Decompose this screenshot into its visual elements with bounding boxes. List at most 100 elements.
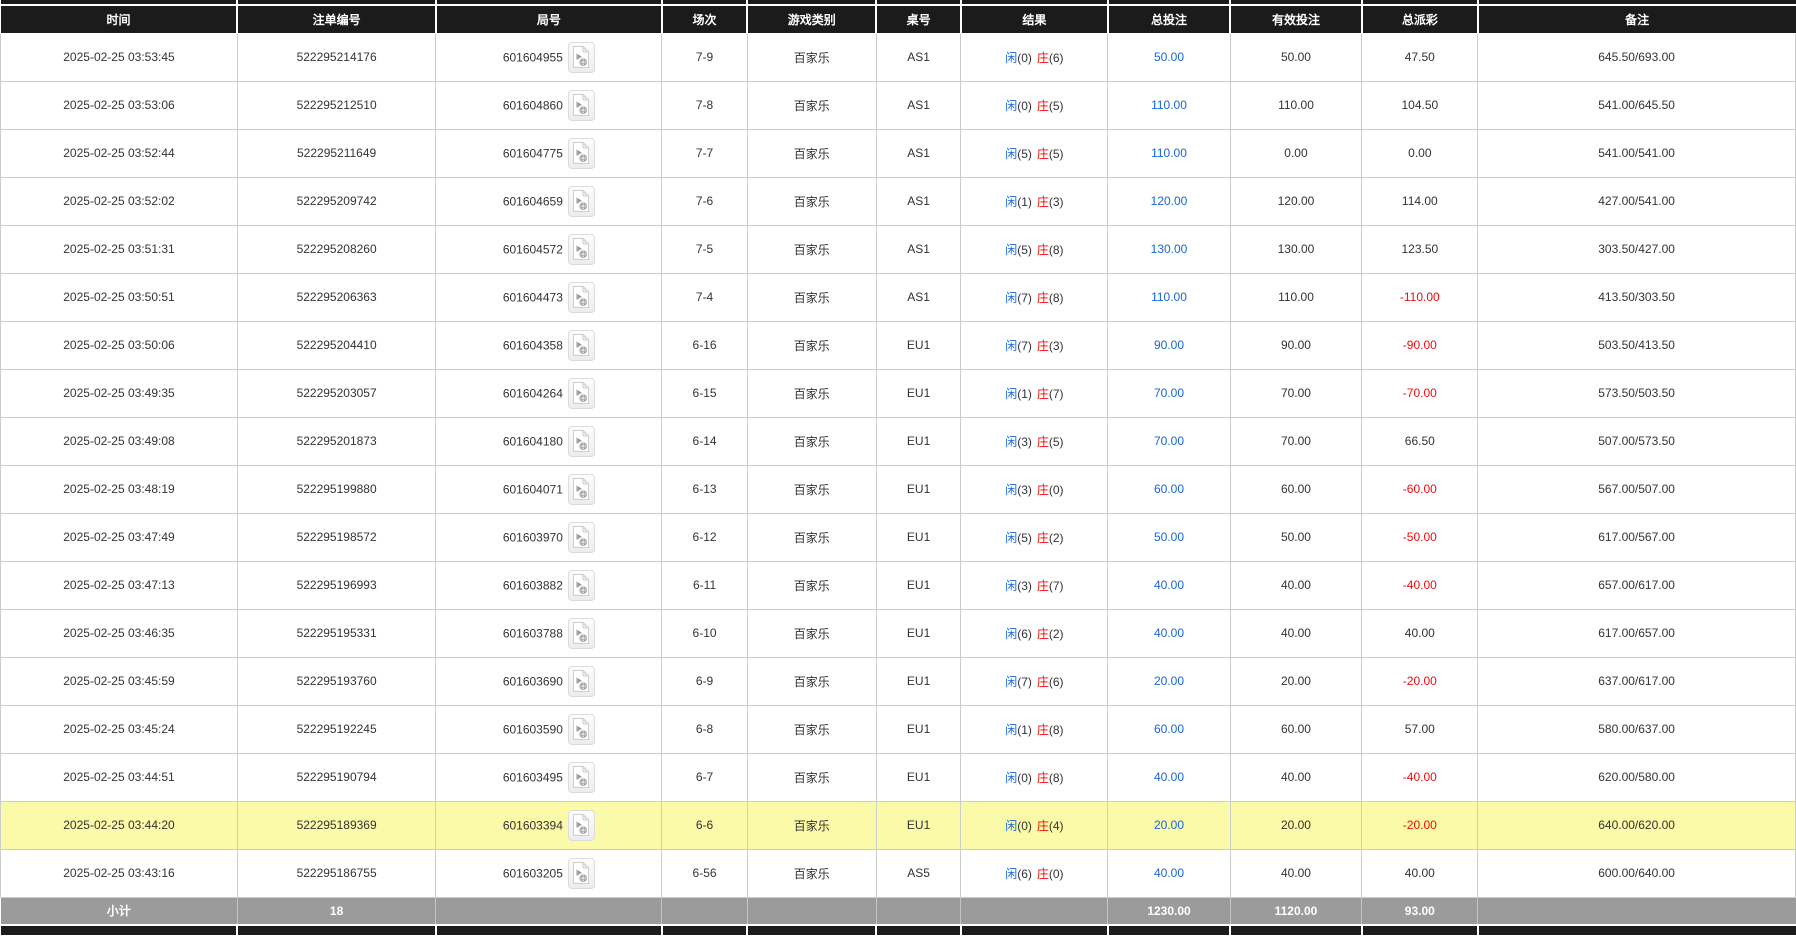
banker-result: 庄(6) — [1036, 50, 1064, 65]
cell-valid-bet: 40.00 — [1229, 752, 1363, 802]
video-replay-button[interactable] — [567, 473, 595, 505]
cell-result: 闲(6) 庄(2) — [960, 608, 1109, 658]
cell-time: 2025-02-25 03:50:06 — [0, 320, 238, 370]
table-row: 2025-02-25 03:51:31 522295208260 6016045… — [0, 224, 1796, 274]
cell-remark: 413.50/303.50 — [1477, 272, 1796, 322]
player-result: 闲(5) — [1005, 530, 1032, 545]
cell-bet-id: 522295201873 — [236, 416, 437, 466]
cell-remark: 617.00/657.00 — [1477, 608, 1796, 658]
video-replay-button[interactable] — [567, 857, 595, 889]
cell-result: 闲(3) 庄(5) — [960, 416, 1109, 466]
cell-remark: 541.00/645.50 — [1477, 80, 1796, 130]
cell-result: 闲(1) 庄(3) — [960, 176, 1109, 226]
video-replay-button[interactable] — [567, 569, 595, 601]
cell-remark: 303.50/427.00 — [1477, 224, 1796, 274]
cell-valid-bet: 70.00 — [1229, 368, 1363, 418]
cell-bet-id: 522295190794 — [236, 752, 437, 802]
cell-payout: 66.50 — [1361, 416, 1479, 466]
cell-bet-id: 522295206363 — [236, 272, 437, 322]
cell-total-bet: 120.00 — [1107, 176, 1231, 226]
cell-table: AS1 — [875, 128, 962, 178]
player-result: 闲(6) — [1005, 626, 1032, 641]
video-replay-button[interactable] — [567, 665, 595, 697]
subtotal-session — [661, 897, 748, 926]
video-replay-button[interactable] — [567, 89, 595, 121]
cutoff-row-bottom — [0, 925, 1796, 935]
video-replay-button[interactable] — [567, 761, 595, 793]
cell-bet-id: 522295209742 — [236, 176, 437, 226]
video-replay-button[interactable] — [567, 41, 595, 73]
video-replay-button[interactable] — [567, 521, 595, 553]
round-number: 601604180 — [502, 434, 563, 448]
player-result: 闲(1) — [1005, 386, 1032, 401]
player-result: 闲(7) — [1005, 290, 1032, 305]
cell-round: 601603394 — [435, 800, 663, 850]
cell-result: 闲(1) 庄(7) — [960, 368, 1109, 418]
cell-bet-id: 522295192245 — [236, 704, 437, 754]
cell-payout: 0.00 — [1361, 128, 1479, 178]
cell-result: 闲(7) 庄(8) — [960, 272, 1109, 322]
banker-result: 庄(3) — [1036, 194, 1064, 209]
cell-game-type: 百家乐 — [746, 176, 877, 226]
cell-result: 闲(0) 庄(6) — [960, 32, 1109, 82]
col-header-time: 时间 — [0, 5, 238, 34]
cell-result: 闲(7) 庄(3) — [960, 320, 1109, 370]
cell-session: 6-7 — [661, 752, 748, 802]
banker-result: 庄(7) — [1036, 386, 1064, 401]
player-result: 闲(0) — [1005, 98, 1032, 113]
player-result: 闲(0) — [1005, 770, 1032, 785]
banker-result: 庄(8) — [1036, 722, 1064, 737]
cell-total-bet: 110.00 — [1107, 128, 1231, 178]
cell-time: 2025-02-25 03:46:35 — [0, 608, 238, 658]
round-number: 601604659 — [502, 194, 563, 208]
cell-time: 2025-02-25 03:44:20 — [0, 800, 238, 850]
video-replay-button[interactable] — [567, 425, 595, 457]
video-replay-button[interactable] — [567, 377, 595, 409]
video-replay-icon — [573, 141, 591, 164]
video-replay-button[interactable] — [567, 137, 595, 169]
video-replay-button[interactable] — [567, 329, 595, 361]
cell-session: 6-15 — [661, 368, 748, 418]
cell-time: 2025-02-25 03:45:59 — [0, 656, 238, 706]
cell-session: 6-13 — [661, 464, 748, 514]
cell-bet-id: 522295211649 — [236, 128, 437, 178]
table-row: 2025-02-25 03:44:51 522295190794 6016034… — [0, 752, 1796, 802]
cell-payout: 57.00 — [1361, 704, 1479, 754]
table-row: 2025-02-25 03:47:13 522295196993 6016038… — [0, 560, 1796, 610]
video-replay-button[interactable] — [567, 281, 595, 313]
subtotal-result — [960, 897, 1108, 926]
table-row: 2025-02-25 03:45:24 522295192245 6016035… — [0, 704, 1796, 754]
cell-valid-bet: 40.00 — [1229, 848, 1363, 898]
video-replay-button[interactable] — [567, 185, 595, 217]
cell-bet-id: 522295214176 — [236, 32, 437, 82]
cell-result: 闲(0) 庄(4) — [960, 800, 1109, 850]
subtotal-row: 小计 18 1230.00 1120.00 93.00 — [0, 897, 1796, 926]
cell-bet-id: 522295186755 — [236, 848, 437, 898]
round-number: 601603788 — [502, 626, 563, 640]
video-replay-button[interactable] — [567, 713, 595, 745]
round-number: 601603882 — [502, 578, 563, 592]
cell-game-type: 百家乐 — [746, 608, 877, 658]
cell-session: 7-8 — [661, 80, 748, 130]
cell-round: 601604659 — [435, 176, 663, 226]
cell-remark: 503.50/413.50 — [1477, 320, 1796, 370]
cell-total-bet: 40.00 — [1107, 848, 1231, 898]
video-replay-button[interactable] — [567, 809, 595, 841]
cell-bet-id: 522295198572 — [236, 512, 437, 562]
cell-bet-id: 522295199880 — [236, 464, 437, 514]
cell-result: 闲(6) 庄(0) — [960, 848, 1109, 898]
cell-time: 2025-02-25 03:50:51 — [0, 272, 238, 322]
cell-round: 601603690 — [435, 656, 663, 706]
cell-payout: 47.50 — [1361, 32, 1479, 82]
video-replay-icon — [573, 573, 591, 596]
video-replay-button[interactable] — [567, 233, 595, 265]
cell-round: 601604180 — [435, 416, 663, 466]
cell-result: 闲(5) 庄(2) — [960, 512, 1109, 562]
cell-remark: 600.00/640.00 — [1477, 848, 1796, 898]
cell-result: 闲(0) 庄(8) — [960, 752, 1109, 802]
cell-game-type: 百家乐 — [746, 704, 877, 754]
banker-result: 庄(5) — [1036, 434, 1064, 449]
video-replay-button[interactable] — [567, 617, 595, 649]
col-header-round: 局号 — [434, 5, 662, 34]
cell-total-bet: 60.00 — [1107, 704, 1231, 754]
